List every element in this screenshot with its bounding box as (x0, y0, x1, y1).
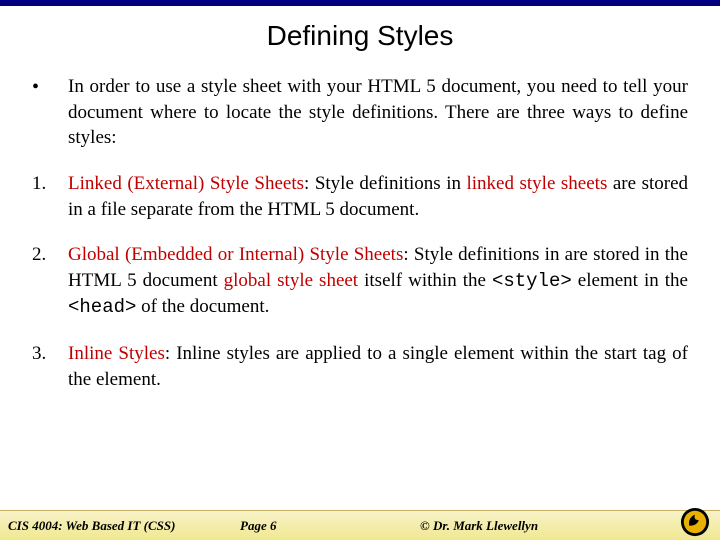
item-text: Inline Styles: Inline styles are applied… (68, 341, 688, 392)
top-border-bar (0, 0, 720, 6)
txt: of the document. (136, 296, 269, 317)
red-phrase: global style sheet (224, 270, 358, 291)
item-number: 2. (32, 242, 68, 321)
list-item: 2. Global (Embedded or Internal) Style S… (32, 242, 688, 321)
item-number: 1. (32, 171, 68, 222)
list-item: 3. Inline Styles: Inline styles are appl… (32, 341, 688, 392)
intro-text: In order to use a style sheet with your … (68, 74, 688, 151)
footer-page: Page 6 (240, 518, 420, 534)
item-text: Linked (External) Style Sheets: Style de… (68, 171, 688, 222)
intro-bullet: • In order to use a style sheet with you… (32, 74, 688, 151)
item-text: Global (Embedded or Internal) Style Shee… (68, 242, 688, 321)
list-item: 1. Linked (External) Style Sheets: Style… (32, 171, 688, 222)
ucf-pegasus-logo-icon (680, 507, 710, 537)
footer-author: © Dr. Mark Llewellyn (420, 518, 720, 534)
bullet-mark: • (32, 74, 68, 151)
slide-footer: CIS 4004: Web Based IT (CSS) Page 6 © Dr… (0, 510, 720, 540)
slide-title: Defining Styles (0, 20, 720, 52)
slide-body: • In order to use a style sheet with you… (0, 74, 720, 392)
item-lead: Inline Styles (68, 343, 165, 364)
item-lead: Linked (External) Style Sheets (68, 173, 304, 194)
code: <head> (68, 296, 136, 318)
footer-course: CIS 4004: Web Based IT (CSS) (0, 518, 240, 534)
txt: element in the (572, 270, 688, 291)
red-phrase: linked style sheets (467, 173, 608, 194)
txt: itself within the (358, 270, 492, 291)
item-number: 3. (32, 341, 68, 392)
code: <style> (492, 270, 572, 292)
item-lead: Global (Embedded or Internal) Style Shee… (68, 244, 403, 265)
txt: : Style definitions in (304, 173, 466, 194)
